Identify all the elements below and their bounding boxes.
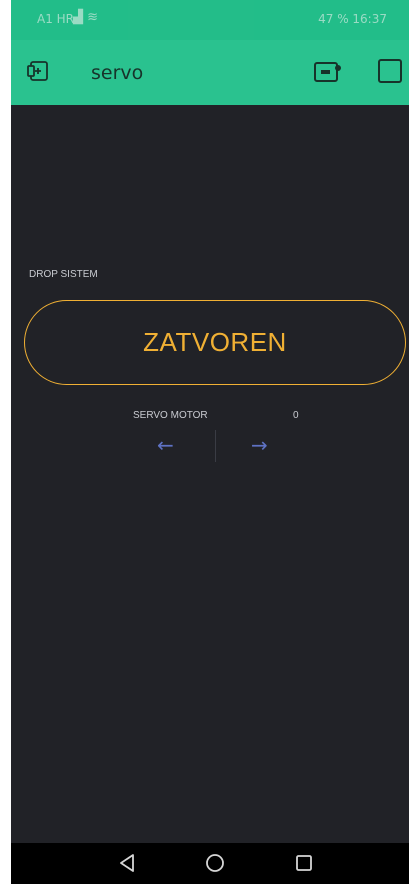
arrow-right-icon[interactable]: → [251, 433, 268, 457]
header-bar: servo [11, 40, 409, 105]
back-triangle-icon[interactable] [116, 851, 140, 875]
play-stop-icon[interactable] [378, 59, 402, 83]
app-screen: A1 HR ▟ ≋ 47 % 16:37 servo DROP SISTEM Z… [11, 0, 409, 884]
drop-sistem-label: DROP SISTEM [29, 269, 98, 280]
servo-motor-value: 0 [293, 410, 299, 421]
recents-square-icon[interactable] [292, 851, 316, 875]
signal-wifi-icon: ▟ ≋ [73, 10, 99, 25]
arrow-left-icon[interactable]: ← [157, 433, 174, 457]
drop-sistem-button[interactable]: ZATVOREN [24, 300, 406, 385]
servo-motor-label: SERVO MOTOR [133, 410, 208, 421]
drop-button-text: ZATVOREN [143, 327, 287, 357]
status-bar: A1 HR ▟ ≋ 47 % 16:37 [11, 0, 409, 40]
device-icon[interactable] [314, 59, 342, 85]
carrier-label: A1 HR [37, 12, 75, 26]
project-title: servo [91, 62, 144, 84]
android-nav-bar [11, 843, 409, 884]
home-circle-icon[interactable] [203, 851, 227, 875]
dashboard-settings-icon[interactable] [27, 60, 49, 82]
step-divider [215, 430, 216, 462]
battery-time: 47 % 16:37 [318, 12, 387, 26]
